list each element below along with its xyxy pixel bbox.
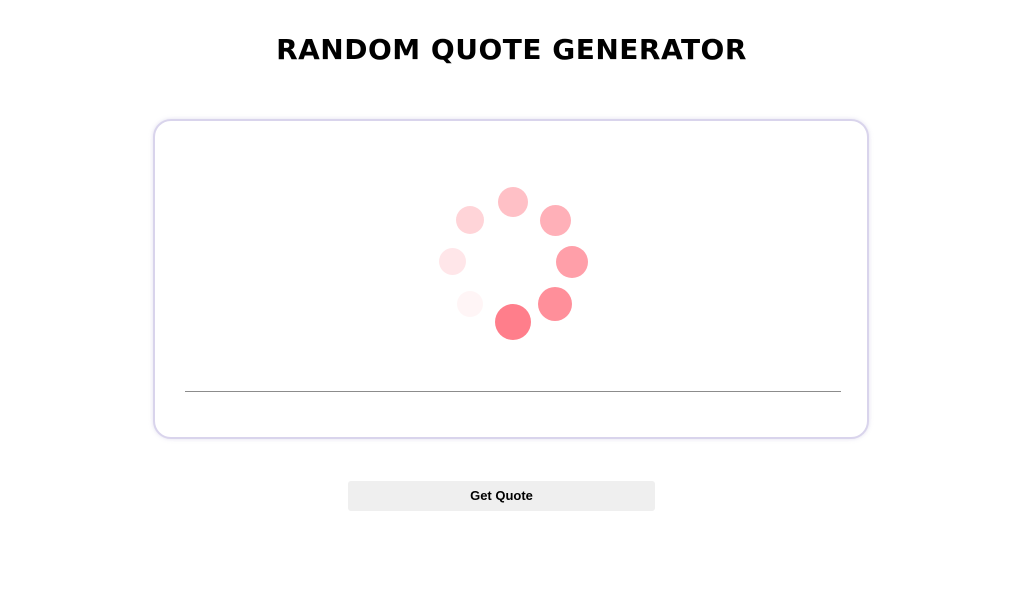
- spinner-dot: [457, 291, 483, 317]
- quote-divider: [185, 391, 841, 392]
- loading-spinner: [155, 121, 871, 441]
- spinner-dot: [498, 187, 528, 217]
- spinner-dot: [540, 205, 571, 236]
- spinner-dot: [538, 287, 572, 321]
- page: RANDOM QUOTE GENERATOR Get Quote: [0, 0, 1023, 599]
- spinner-dot: [556, 246, 588, 278]
- page-title: RANDOM QUOTE GENERATOR: [276, 33, 747, 66]
- quote-card: [153, 119, 869, 439]
- get-quote-button[interactable]: Get Quote: [348, 481, 655, 511]
- spinner-dot: [456, 206, 484, 234]
- spinner-dot: [439, 248, 466, 275]
- spinner-dot: [495, 304, 531, 340]
